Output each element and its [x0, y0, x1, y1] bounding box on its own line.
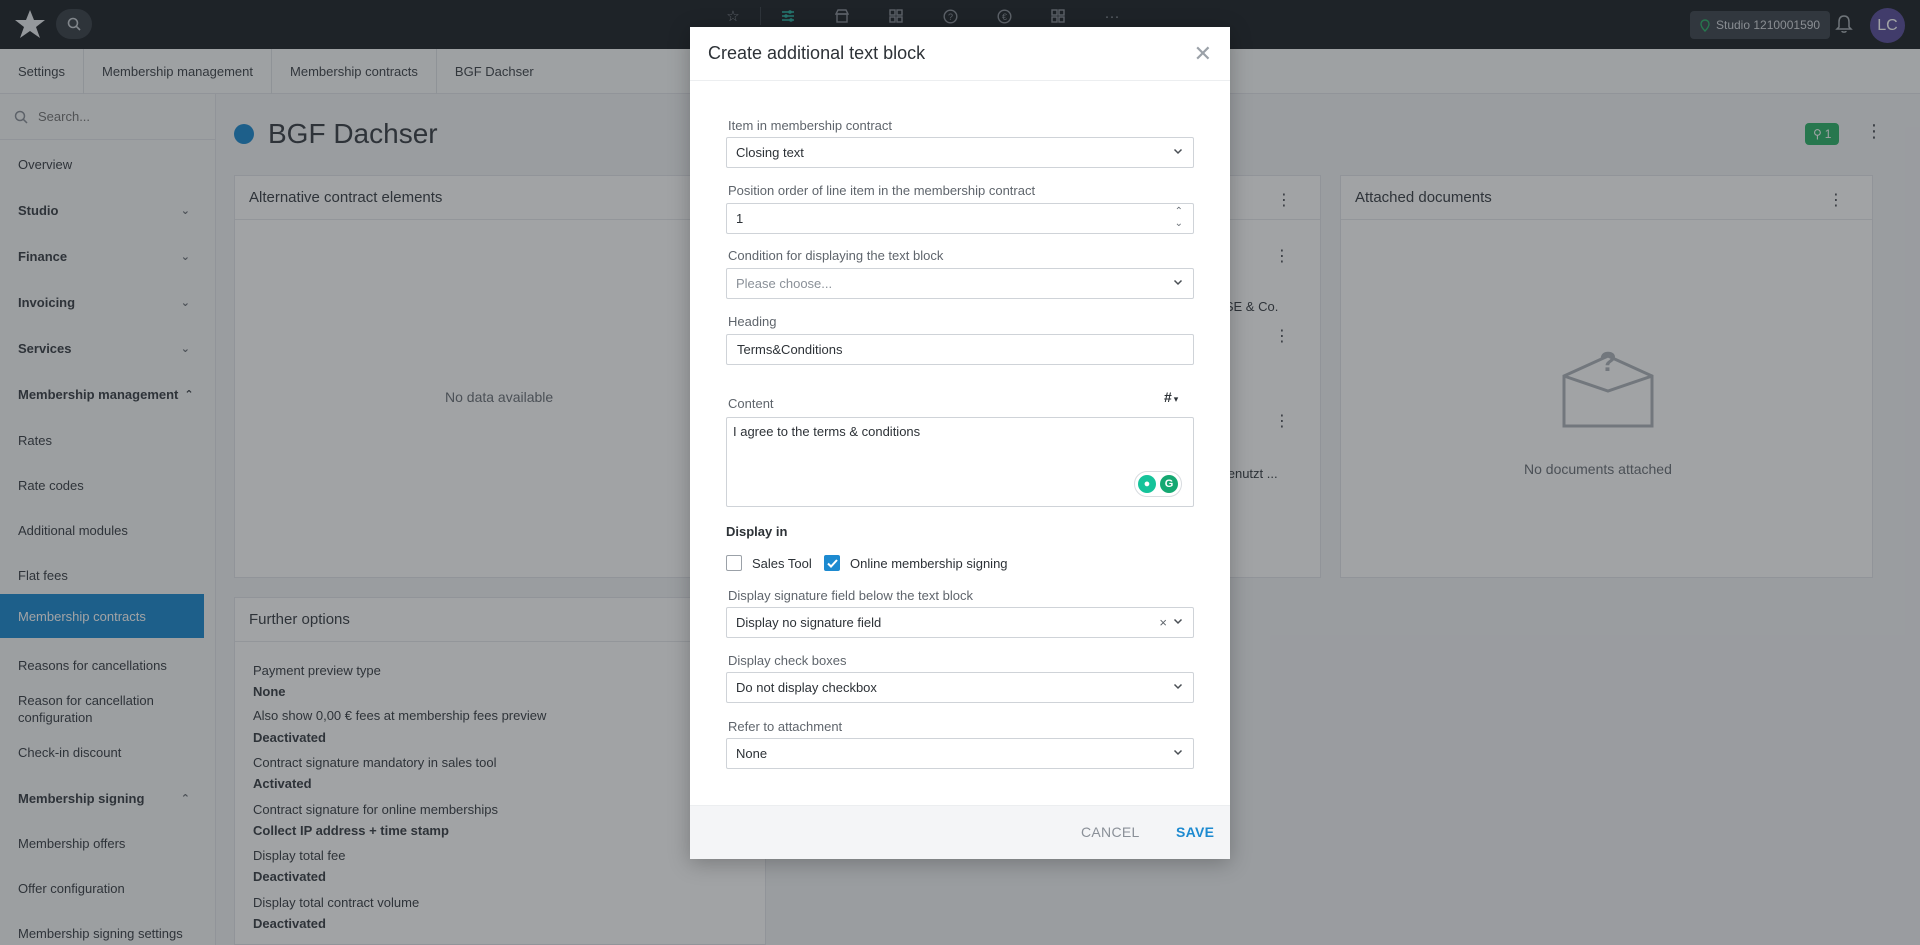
content-textarea[interactable]: I agree to the terms & conditions	[726, 417, 1194, 507]
number-stepper-icon[interactable]: ⌃ ⌄	[1175, 206, 1183, 230]
chevron-down-icon	[1173, 618, 1183, 625]
checkboxes-select[interactable]: Do not display checkbox	[726, 672, 1194, 703]
caret-down-icon: ▾	[1173, 394, 1179, 404]
checkboxes-value: Do not display checkbox	[736, 680, 877, 695]
chevron-down-icon	[1173, 749, 1183, 756]
heading-field-label: Heading	[728, 314, 777, 329]
cancel-button[interactable]: CANCEL	[1081, 824, 1140, 840]
position-number-input[interactable]: 1 ⌃ ⌄	[726, 203, 1194, 234]
display-in-label: Display in	[726, 524, 788, 539]
sales-tool-label: Sales Tool	[752, 555, 812, 571]
close-icon[interactable]: ✕	[1194, 43, 1212, 65]
heading-input[interactable]: Terms&Conditions	[726, 334, 1194, 365]
position-field-label: Position order of line item in the membe…	[728, 183, 1036, 198]
checkmark-icon	[826, 558, 838, 568]
sales-tool-checkbox[interactable]	[726, 555, 742, 571]
clear-icon[interactable]: ×	[1159, 615, 1167, 630]
checkboxes-field-label: Display check boxes	[728, 653, 847, 668]
signature-field-label: Display signature field below the text b…	[728, 588, 973, 603]
dialog-title: Create additional text block	[708, 43, 926, 63]
position-value: 1	[736, 211, 744, 226]
online-signing-option[interactable]: Online membership signing	[824, 555, 1008, 571]
sales-tool-option[interactable]: Sales Tool	[726, 555, 812, 571]
online-signing-checkbox[interactable]	[824, 555, 840, 571]
online-signing-label: Online membership signing	[850, 555, 1008, 571]
attachment-value: None	[736, 746, 768, 761]
hash-icon: #	[1164, 389, 1172, 405]
item-select-value: Closing text	[736, 145, 804, 160]
condition-select[interactable]: Please choose...	[726, 268, 1194, 299]
chevron-down-icon	[1173, 148, 1183, 155]
condition-field-label: Condition for displaying the text block	[728, 248, 944, 263]
dialog-header: Create additional text block ✕	[690, 27, 1230, 81]
item-field-label: Item in membership contract	[728, 118, 893, 133]
content-field-label: Content	[728, 396, 774, 411]
item-select[interactable]: Closing text	[726, 137, 1194, 168]
placeholder-insert-button[interactable]: # ▾	[1164, 389, 1178, 405]
save-button[interactable]: SAVE	[1176, 824, 1214, 840]
create-text-block-dialog: Create additional text block ✕ Item in m…	[690, 27, 1230, 859]
signature-value: Display no signature field	[736, 615, 882, 630]
grammarly-icon: G	[1160, 475, 1178, 493]
signature-select[interactable]: Display no signature field ×	[726, 607, 1194, 638]
content-value: I agree to the terms & conditions	[733, 424, 921, 439]
chevron-down-icon	[1173, 279, 1183, 286]
chevron-down-icon	[1173, 683, 1183, 690]
condition-placeholder: Please choose...	[736, 276, 833, 291]
heading-value: Terms&Conditions	[737, 342, 843, 357]
attachment-select[interactable]: None	[726, 738, 1194, 769]
dialog-footer: CANCEL SAVE	[690, 805, 1230, 859]
attachment-field-label: Refer to attachment	[728, 719, 843, 734]
bulb-icon: ●	[1138, 475, 1156, 493]
grammarly-widget[interactable]: ● G	[1134, 471, 1182, 497]
